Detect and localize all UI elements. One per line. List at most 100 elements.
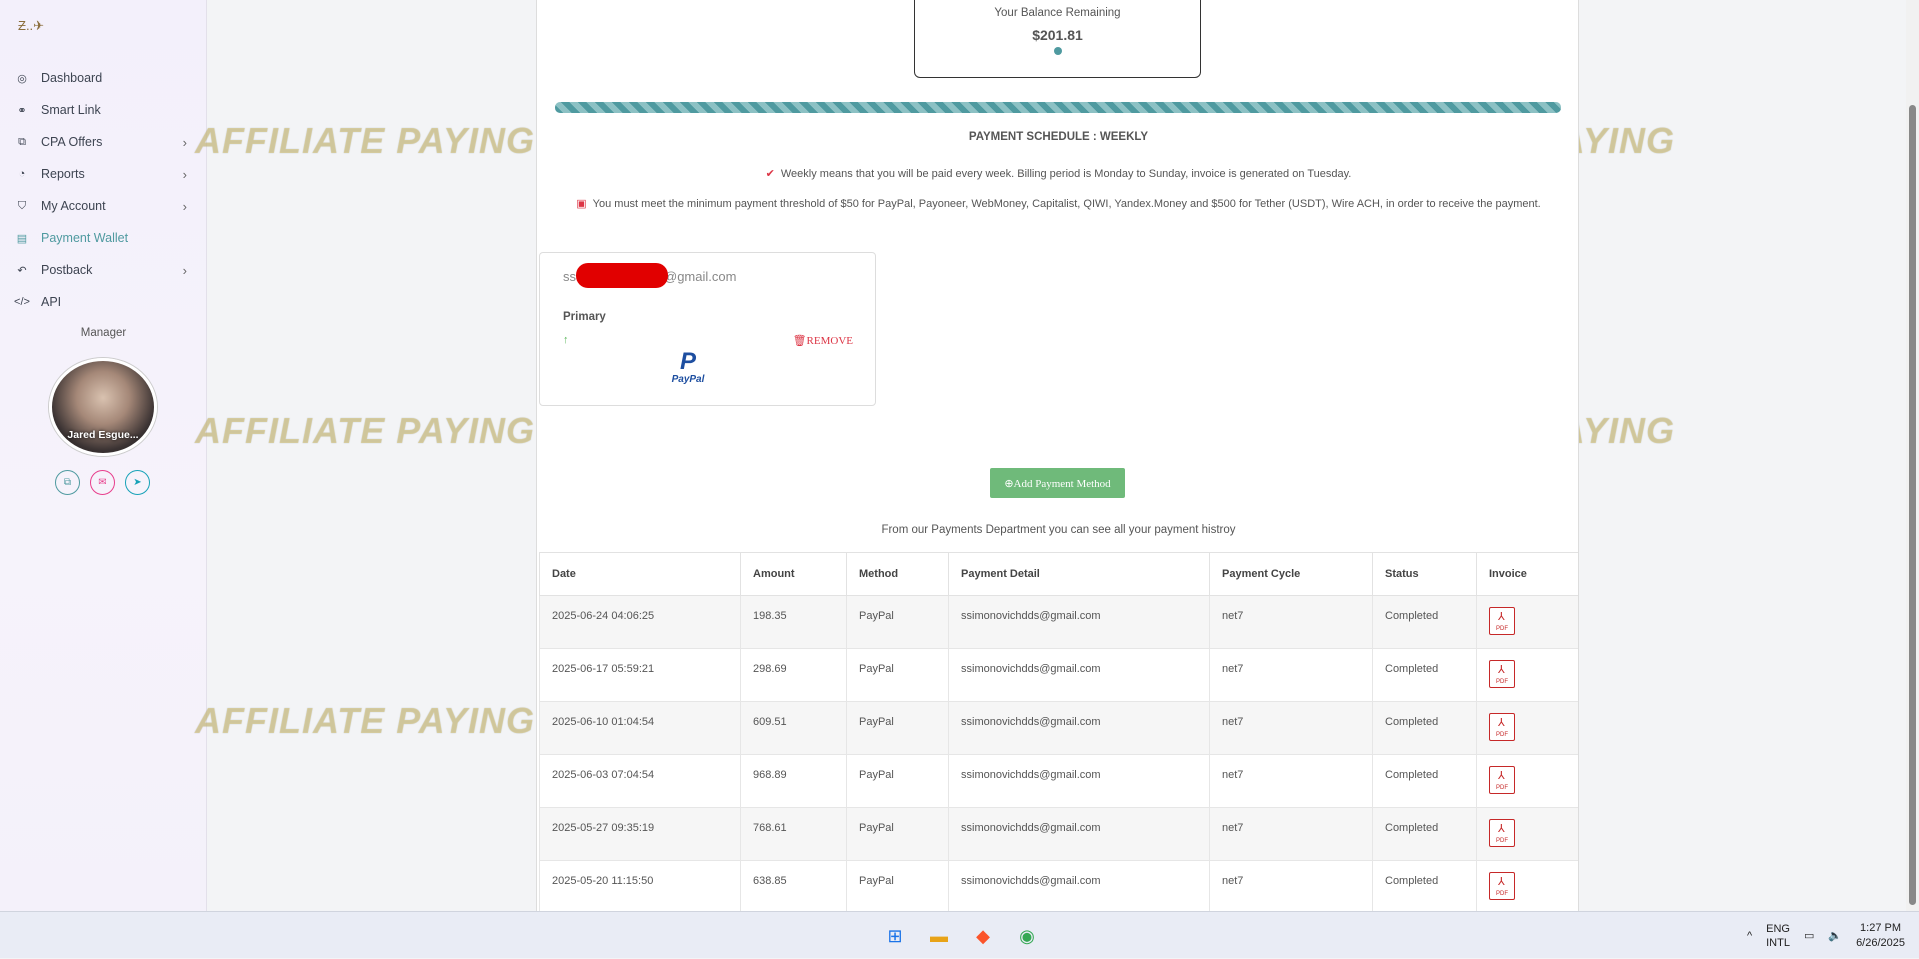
column-header[interactable]: Amount bbox=[740, 552, 847, 596]
cell-status: Completed bbox=[1372, 595, 1477, 649]
main-content: Your Balance Remaining $201.81 PAYMENT S… bbox=[536, 0, 1579, 911]
pdf-icon[interactable] bbox=[1489, 713, 1515, 741]
cell-date: 2025-06-24 04:06:25 bbox=[539, 595, 741, 649]
chevron-right-icon: › bbox=[182, 262, 187, 278]
column-header[interactable]: Invoice bbox=[1476, 552, 1578, 596]
table-row: 2025-06-17 05:59:21 298.69 PayPal ssimon… bbox=[539, 648, 1578, 702]
sidebar-item-api[interactable]: </> API bbox=[0, 286, 207, 318]
sidebar-item-cpa-offers[interactable]: ⧉ CPA Offers › bbox=[0, 126, 207, 158]
sidebar-nav: ◎ Dashboard ⚭ Smart Link ⧉ CPA Offers › … bbox=[0, 62, 207, 318]
sidebar-item-label: Postback bbox=[41, 263, 93, 277]
windows-taskbar: ⊞ ▬ ◆ ◉ ^ ENG INTL ▭ 🔈 1:27 PM 6/26/2025 bbox=[0, 911, 1919, 958]
link-icon: ⚭ bbox=[17, 104, 27, 117]
sidebar-item-postback[interactable]: ↶ Postback › bbox=[0, 254, 207, 286]
balance-progress-bar bbox=[555, 102, 1561, 113]
sidebar-item-label: API bbox=[41, 295, 62, 309]
cell-amount: 968.89 bbox=[740, 754, 847, 808]
table-row: 2025-06-24 04:06:25 198.35 PayPal ssimon… bbox=[539, 595, 1578, 649]
cell-detail: ssimonovichdds@gmail.com bbox=[948, 701, 1210, 755]
cell-method: PayPal bbox=[846, 807, 949, 861]
pdf-icon[interactable] bbox=[1489, 607, 1515, 635]
volume-icon[interactable]: 🔈 bbox=[1828, 929, 1842, 942]
skype-icon[interactable]: ⧉ bbox=[55, 470, 80, 495]
sidebar-item-my-account[interactable]: ⛉ My Account › bbox=[0, 190, 207, 222]
page-scrollbar[interactable] bbox=[1906, 0, 1919, 911]
table-row: 2025-06-03 07:04:54 968.89 PayPal ssimon… bbox=[539, 754, 1578, 808]
sidebar-item-label: Payment Wallet bbox=[41, 231, 129, 245]
payment-method-card: ss @gmail.com Primary ↑ 🗑REMOVE P PayPal bbox=[539, 252, 876, 406]
threshold-info: ▣ You must meet the minimum payment thres… bbox=[576, 198, 1541, 210]
cell-status: Completed bbox=[1372, 860, 1477, 911]
payment-schedule-title: PAYMENT SCHEDULE : WEEKLY bbox=[968, 131, 1149, 143]
language-indicator[interactable]: ENG INTL bbox=[1766, 922, 1790, 950]
clock[interactable]: 1:27 PM 6/26/2025 bbox=[1856, 921, 1905, 951]
sidebar-item-dashboard[interactable]: ◎ Dashboard bbox=[0, 62, 207, 94]
scrollbar-thumb[interactable] bbox=[1909, 105, 1916, 905]
manager-contact-icons: ⧉ ✉ ➤ bbox=[55, 470, 150, 495]
cell-invoice bbox=[1476, 648, 1578, 702]
chevron-up-icon[interactable]: ^ bbox=[1747, 930, 1752, 942]
cell-amount: 768.61 bbox=[740, 807, 847, 861]
pie-chart-icon: ◔ bbox=[18, 168, 26, 180]
tag-icon: ⧉ bbox=[18, 135, 26, 148]
pdf-icon[interactable] bbox=[1489, 819, 1515, 847]
undo-icon: ↶ bbox=[17, 264, 27, 277]
shield-icon: ⛉ bbox=[17, 199, 27, 212]
sidebar-item-payment-wallet[interactable]: ▤ Payment Wallet bbox=[0, 222, 207, 254]
cell-method: PayPal bbox=[846, 595, 949, 649]
remove-button[interactable]: 🗑REMOVE bbox=[793, 334, 853, 347]
cell-status: Completed bbox=[1372, 807, 1477, 861]
file-explorer-icon[interactable]: ▬ bbox=[924, 921, 954, 951]
cell-date: 2025-06-17 05:59:21 bbox=[539, 648, 741, 702]
email-icon[interactable]: ✉ bbox=[90, 470, 115, 495]
chevron-right-icon: › bbox=[182, 134, 187, 150]
brand-logo[interactable]: Ƶ..✈ bbox=[18, 18, 44, 34]
sidebar-item-reports[interactable]: ◔ Reports › bbox=[0, 158, 207, 190]
pdf-icon[interactable] bbox=[1489, 660, 1515, 688]
add-payment-method-button[interactable]: ⊕Add Payment Method bbox=[990, 468, 1125, 498]
sidebar-item-smart-link[interactable]: ⚭ Smart Link bbox=[0, 94, 207, 126]
chrome-browser-icon[interactable]: ◉ bbox=[1012, 921, 1042, 951]
cell-detail: ssimonovichdds@gmail.com bbox=[948, 648, 1210, 702]
sidebar: Ƶ..✈ ◎ Dashboard ⚭ Smart Link ⧉ CPA Offe… bbox=[0, 0, 207, 911]
column-header[interactable]: Payment Cycle bbox=[1209, 552, 1373, 596]
cell-detail: ssimonovichdds@gmail.com bbox=[948, 754, 1210, 808]
wallet-icon: ▤ bbox=[16, 232, 28, 245]
cell-amount: 609.51 bbox=[740, 701, 847, 755]
windows-start-icon[interactable]: ⊞ bbox=[880, 921, 910, 951]
table-header-row: Date Amount Method Payment Detail Paymen… bbox=[539, 552, 1578, 596]
manager-name: Jared Esgue... bbox=[67, 429, 139, 441]
cell-invoice bbox=[1476, 754, 1578, 808]
cell-method: PayPal bbox=[846, 701, 949, 755]
cell-cycle: net7 bbox=[1209, 701, 1373, 755]
cell-date: 2025-05-27 09:35:19 bbox=[539, 807, 741, 861]
pdf-icon[interactable] bbox=[1489, 872, 1515, 900]
column-header[interactable]: Date bbox=[539, 552, 741, 596]
chevron-right-icon: › bbox=[182, 166, 187, 182]
sidebar-item-label: Smart Link bbox=[41, 103, 101, 117]
cell-date: 2025-05-20 11:15:50 bbox=[539, 860, 741, 911]
table-row: 2025-05-20 11:15:50 638.85 PayPal ssimon… bbox=[539, 860, 1578, 911]
manager-avatar: Jared Esgue... bbox=[49, 358, 157, 456]
column-header[interactable]: Status bbox=[1372, 552, 1477, 596]
telegram-icon[interactable]: ➤ bbox=[125, 470, 150, 495]
cell-invoice bbox=[1476, 701, 1578, 755]
cell-cycle: net7 bbox=[1209, 807, 1373, 861]
schedule-info: ✔ Weekly means that you will be paid ever… bbox=[765, 168, 1352, 180]
cell-invoice bbox=[1476, 595, 1578, 649]
balance-value: $201.81 bbox=[1032, 27, 1083, 43]
cell-cycle: net7 bbox=[1209, 595, 1373, 649]
network-icon[interactable]: ▭ bbox=[1804, 929, 1814, 942]
chevron-right-icon: › bbox=[182, 198, 187, 214]
pdf-icon[interactable] bbox=[1489, 766, 1515, 794]
cell-amount: 638.85 bbox=[740, 860, 847, 911]
column-header[interactable]: Method bbox=[846, 552, 949, 596]
sidebar-item-label: CPA Offers bbox=[41, 135, 103, 149]
paypal-logo: P PayPal bbox=[671, 348, 705, 386]
watermark: AFFILIATE PAYING bbox=[195, 700, 535, 741]
column-header[interactable]: Payment Detail bbox=[948, 552, 1210, 596]
brave-browser-icon[interactable]: ◆ bbox=[968, 921, 998, 951]
info-dot-icon bbox=[1053, 47, 1062, 55]
cell-status: Completed bbox=[1372, 648, 1477, 702]
table-row: 2025-06-10 01:04:54 609.51 PayPal ssimon… bbox=[539, 701, 1578, 755]
